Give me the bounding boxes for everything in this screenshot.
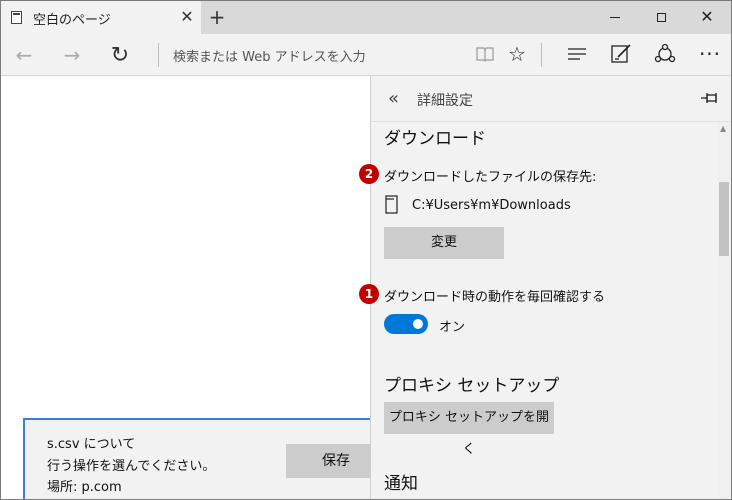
document-icon — [385, 195, 398, 214]
forward-arrow-icon[interactable]: → — [57, 40, 87, 70]
divider — [541, 43, 542, 67]
change-location-button[interactable]: 変更 — [384, 227, 504, 259]
panel-scrollbar[interactable]: ▲ — [718, 122, 730, 499]
download-location-path: C:¥Users¥m¥Downloads — [412, 198, 571, 213]
notification-section-heading: 通知 — [384, 474, 418, 494]
browser-window: 空白のページ ✕ + ✕ ← → ↻ 検索または Web アドレスを入力 ☆ ·… — [0, 0, 732, 500]
maximize-button[interactable] — [638, 1, 684, 33]
web-note-icon[interactable] — [610, 43, 632, 65]
maximize-icon — [656, 12, 666, 22]
download-notification: s.csv について 行う操作を選んでください。 場所: p.com 保存 — [23, 418, 386, 499]
toggle-state-label: オン — [439, 320, 466, 335]
favorite-star-icon[interactable]: ☆ — [505, 40, 529, 68]
divider — [158, 43, 159, 67]
download-section-heading: ダウンロード — [384, 129, 486, 149]
download-location-label: ダウンロードしたファイルの保存先: — [384, 170, 597, 185]
refresh-icon[interactable]: ↻ — [105, 40, 135, 70]
navigation-bar: ← → ↻ 検索または Web アドレスを入力 ☆ ··· — [1, 34, 731, 76]
proxy-section-heading: プロキシ セットアップ — [384, 376, 560, 396]
scroll-up-icon[interactable]: ▲ — [720, 124, 726, 133]
back-chevron-icon[interactable]: « — [388, 88, 399, 109]
share-icon[interactable] — [653, 43, 677, 65]
close-window-button[interactable]: ✕ — [684, 1, 730, 33]
tab-bar: 空白のページ ✕ + ✕ — [1, 1, 731, 34]
download-prompt: 行う操作を選んでください。 — [47, 459, 216, 474]
minimize-icon — [610, 16, 620, 18]
download-filename: s.csv について — [47, 437, 136, 452]
advanced-settings-panel: « 詳細設定 ダウンロード ダウンロードしたファイルの保存先: C:¥Users… — [370, 76, 731, 499]
annotation-badge-2: 2 — [359, 164, 379, 184]
back-arrow-icon[interactable]: ← — [9, 40, 39, 70]
annotation-badge-1: 1 — [359, 284, 379, 304]
hub-icon[interactable] — [566, 46, 588, 62]
toggle-knob — [413, 319, 423, 329]
address-bar[interactable]: 検索または Web アドレスを入力 — [173, 46, 366, 65]
tab-title: 空白のページ — [33, 13, 111, 28]
minimize-button[interactable] — [592, 1, 638, 33]
page-icon — [11, 11, 22, 24]
close-icon: ✕ — [700, 7, 714, 26]
divider — [371, 121, 731, 122]
open-proxy-setup-button[interactable]: プロキシ セットアップを開く — [384, 402, 554, 457]
pin-icon[interactable] — [700, 90, 720, 106]
ask-download-label: ダウンロード時の動作を毎回確認する — [384, 290, 606, 305]
scroll-thumb[interactable] — [719, 182, 729, 256]
more-options-icon[interactable]: ··· — [697, 40, 723, 68]
download-source: 場所: p.com — [47, 480, 122, 495]
reading-view-icon[interactable] — [475, 45, 495, 63]
ask-download-toggle[interactable] — [384, 314, 428, 334]
new-tab-icon[interactable]: + — [206, 6, 228, 28]
tab-blank-page[interactable]: 空白のページ ✕ — [1, 1, 201, 34]
tab-close-icon[interactable]: ✕ — [177, 7, 197, 27]
panel-title: 詳細設定 — [417, 93, 473, 109]
